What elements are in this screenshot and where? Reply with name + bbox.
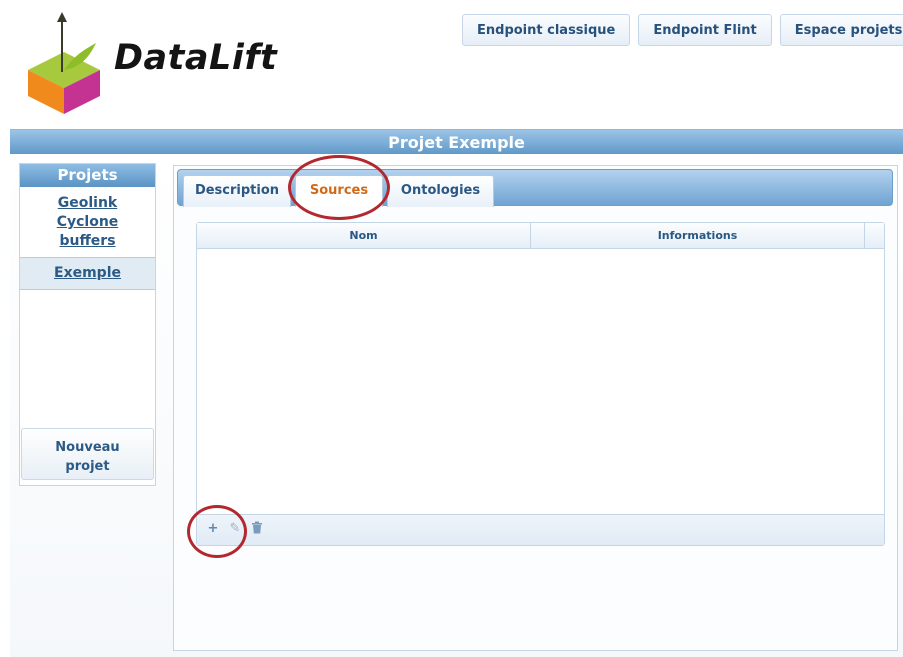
table-toolbar: + ✎ — [197, 514, 884, 545]
pencil-icon[interactable]: ✎ — [228, 521, 242, 537]
tab-sources[interactable]: Sources — [295, 175, 383, 207]
new-project-button[interactable]: Nouveau projet — [21, 428, 154, 480]
page-title: Projet Exemple — [10, 129, 903, 155]
project-panel: Description Sources Ontologies Nom Infor… — [173, 165, 898, 651]
plus-icon[interactable]: + — [206, 521, 220, 537]
sidebar-item-geolink-cyclone-buffers[interactable]: Geolink Cyclone buffers — [20, 187, 155, 251]
sidebar-item-exemple[interactable]: Exemple — [20, 257, 155, 290]
brand-name: DataLift — [114, 38, 278, 78]
tab-description[interactable]: Description — [183, 175, 291, 207]
endpoint-classique-button[interactable]: Endpoint classique — [462, 14, 631, 46]
column-header-informations[interactable]: Informations — [531, 223, 865, 248]
top-navigation: Endpoint classique Endpoint Flint Espace… — [462, 14, 903, 46]
trash-icon[interactable] — [250, 521, 264, 537]
new-project-label: Nouveau projet — [55, 440, 120, 474]
espace-projets-button[interactable]: Espace projets — [779, 14, 903, 46]
column-header-nom[interactable]: Nom — [197, 223, 531, 248]
endpoint-flint-button[interactable]: Endpoint Flint — [638, 14, 772, 46]
sources-table: Nom Informations + ✎ — [196, 222, 885, 546]
projects-heading: Projets — [20, 164, 155, 187]
datalift-logo — [28, 12, 100, 114]
projects-sidebar: Projets Geolink Cyclone buffers Exemple … — [19, 163, 156, 486]
tab-ontologies[interactable]: Ontologies — [387, 175, 494, 207]
tab-bar: Description Sources Ontologies — [177, 169, 893, 207]
trash-glyph — [252, 521, 262, 534]
table-header: Nom Informations — [197, 223, 884, 249]
